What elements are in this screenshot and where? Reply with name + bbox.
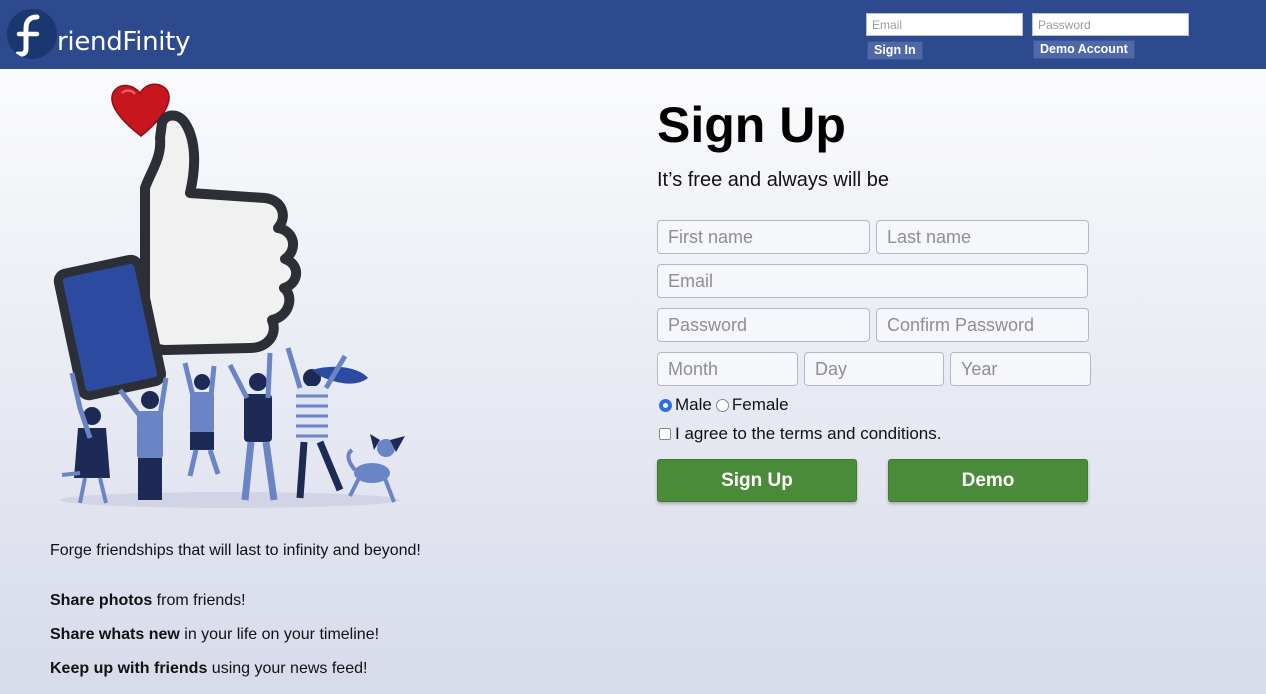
female-radio[interactable] bbox=[715, 398, 729, 412]
year-input[interactable] bbox=[950, 352, 1091, 386]
confirm-password-input[interactable] bbox=[876, 308, 1089, 342]
gender-group: Male Female bbox=[657, 395, 789, 415]
feature-bold: Share photos bbox=[50, 592, 153, 609]
dog-icon bbox=[346, 434, 405, 503]
signup-subtitle: It’s free and always will be bbox=[657, 169, 889, 191]
feature-item: Keep up with friends using your news fee… bbox=[50, 660, 379, 694]
signup-title: Sign Up bbox=[657, 97, 846, 153]
sign-up-button[interactable]: Sign Up bbox=[657, 459, 857, 502]
email-input[interactable] bbox=[657, 264, 1088, 298]
header-password-group bbox=[1032, 13, 1189, 36]
header-password-input[interactable] bbox=[1032, 13, 1189, 36]
feature-item: Share photos from friends! bbox=[50, 592, 379, 626]
name-row bbox=[657, 220, 1089, 254]
terms-label: I agree to the terms and conditions. bbox=[675, 424, 942, 443]
feature-list: Share photos from friends! Share whats n… bbox=[50, 592, 379, 694]
logo-text: riendFinity bbox=[57, 27, 191, 57]
top-navbar: riendFinity Sign In Demo Account bbox=[0, 0, 1266, 69]
male-radio[interactable] bbox=[659, 398, 672, 412]
password-input[interactable] bbox=[657, 308, 870, 342]
app-logo[interactable]: riendFinity bbox=[7, 8, 190, 60]
header-email-input[interactable] bbox=[866, 13, 1023, 36]
first-name-input[interactable] bbox=[657, 220, 870, 254]
hero-illustration bbox=[50, 78, 450, 528]
hero-tagline: Forge friendships that will last to infi… bbox=[50, 542, 421, 559]
logo-f-icon bbox=[7, 9, 57, 59]
password-row bbox=[657, 308, 1089, 342]
feature-bold: Keep up with friends bbox=[50, 660, 208, 677]
email-row bbox=[657, 264, 1088, 298]
feature-bold: Share whats new bbox=[50, 626, 180, 643]
sign-in-button[interactable]: Sign In bbox=[867, 41, 923, 60]
female-label: Female bbox=[731, 395, 789, 414]
feature-text: from friends! bbox=[152, 592, 246, 609]
signup-form: Sign Up It’s free and always will be Mal… bbox=[657, 96, 1091, 502]
terms-row: I agree to the terms and conditions. bbox=[657, 424, 942, 444]
demo-account-button[interactable]: Demo Account bbox=[1033, 40, 1135, 59]
feature-text: in your life on your timeline! bbox=[179, 626, 380, 643]
header-email-group bbox=[866, 13, 1023, 36]
male-label: Male bbox=[675, 395, 712, 414]
feature-text: using your news feed! bbox=[207, 660, 368, 677]
last-name-input[interactable] bbox=[876, 220, 1089, 254]
birthday-row bbox=[657, 352, 1091, 386]
thumbs-up-icon bbox=[53, 110, 302, 401]
month-input[interactable] bbox=[657, 352, 798, 386]
feature-item: Share whats new in your life on your tim… bbox=[50, 626, 379, 660]
day-input[interactable] bbox=[804, 352, 944, 386]
demo-button[interactable]: Demo bbox=[888, 459, 1088, 502]
terms-checkbox[interactable] bbox=[659, 428, 671, 440]
